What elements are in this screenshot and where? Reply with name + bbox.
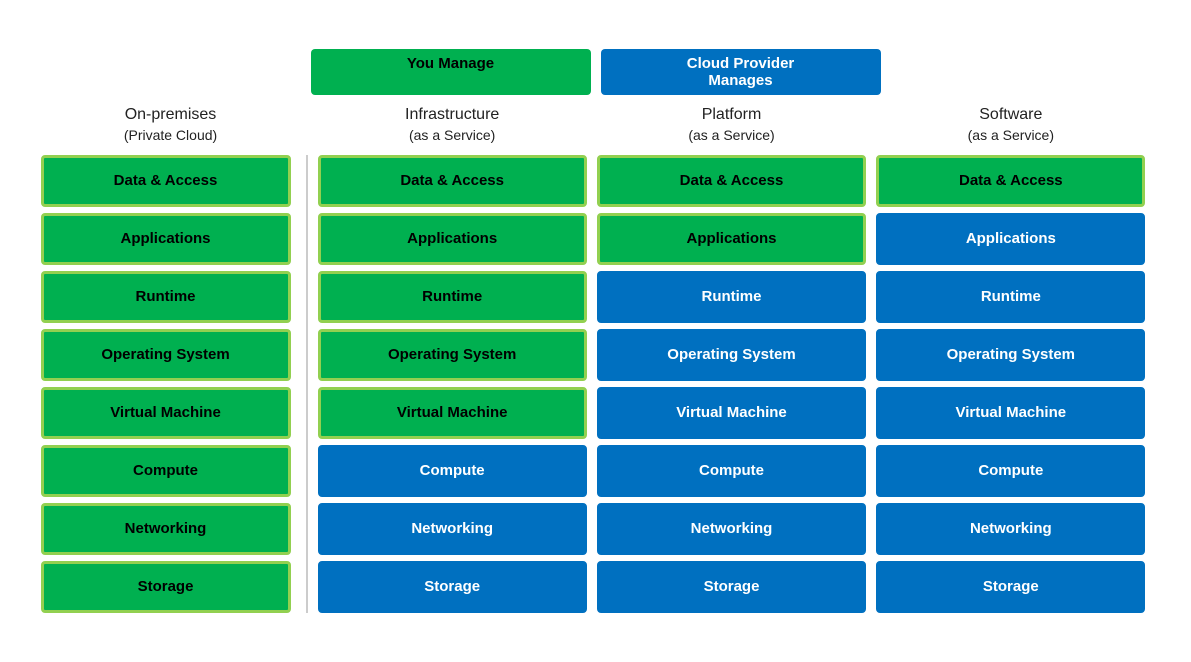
paas-virtual-machine: Virtual Machine (597, 387, 866, 439)
saas-storage: Storage (876, 561, 1145, 613)
col-saas: Data & Access Applications Runtime Opera… (871, 155, 1150, 613)
on-prem-data-access: Data & Access (41, 155, 291, 207)
paas-applications: Applications (597, 213, 866, 265)
column-headers: On-premises(Private Cloud) Infrastructur… (41, 105, 1151, 147)
col-paas: Data & Access Applications Runtime Opera… (592, 155, 871, 613)
on-prem-networking: Networking (41, 503, 291, 555)
on-prem-virtual-machine: Virtual Machine (41, 387, 291, 439)
paas-data-access: Data & Access (597, 155, 866, 207)
col-header-on-premises: On-premises(Private Cloud) (41, 105, 301, 147)
col-header-saas: Software(as a Service) (871, 105, 1150, 147)
paas-runtime: Runtime (597, 271, 866, 323)
on-prem-runtime: Runtime (41, 271, 291, 323)
iaas-runtime: Runtime (318, 271, 587, 323)
you-manage-label: You Manage (311, 49, 591, 95)
divider-1 (306, 155, 308, 613)
col-on-premises: Data & Access Applications Runtime Opera… (41, 155, 301, 613)
iaas-storage: Storage (318, 561, 587, 613)
on-prem-storage: Storage (41, 561, 291, 613)
saas-applications: Applications (876, 213, 1145, 265)
paas-compute: Compute (597, 445, 866, 497)
cloud-provider-label: Cloud ProviderManages (601, 49, 881, 95)
iaas-data-access: Data & Access (318, 155, 587, 207)
saas-compute: Compute (876, 445, 1145, 497)
iaas-networking: Networking (318, 503, 587, 555)
top-legend: You Manage Cloud ProviderManages (311, 49, 1151, 95)
paas-storage: Storage (597, 561, 866, 613)
iaas-applications: Applications (318, 213, 587, 265)
saas-virtual-machine: Virtual Machine (876, 387, 1145, 439)
cloud-comparison-diagram: You Manage Cloud ProviderManages On-prem… (21, 39, 1171, 623)
comparison-grid: Data & Access Applications Runtime Opera… (41, 155, 1151, 613)
col-header-paas: Platform(as a Service) (592, 105, 871, 147)
on-prem-applications: Applications (41, 213, 291, 265)
on-prem-operating-system: Operating System (41, 329, 291, 381)
iaas-compute: Compute (318, 445, 587, 497)
saas-networking: Networking (876, 503, 1145, 555)
on-prem-compute: Compute (41, 445, 291, 497)
iaas-virtual-machine: Virtual Machine (318, 387, 587, 439)
col-header-iaas: Infrastructure(as a Service) (313, 105, 592, 147)
paas-operating-system: Operating System (597, 329, 866, 381)
saas-data-access: Data & Access (876, 155, 1145, 207)
saas-operating-system: Operating System (876, 329, 1145, 381)
iaas-operating-system: Operating System (318, 329, 587, 381)
col-iaas: Data & Access Applications Runtime Opera… (313, 155, 592, 613)
saas-runtime: Runtime (876, 271, 1145, 323)
paas-networking: Networking (597, 503, 866, 555)
